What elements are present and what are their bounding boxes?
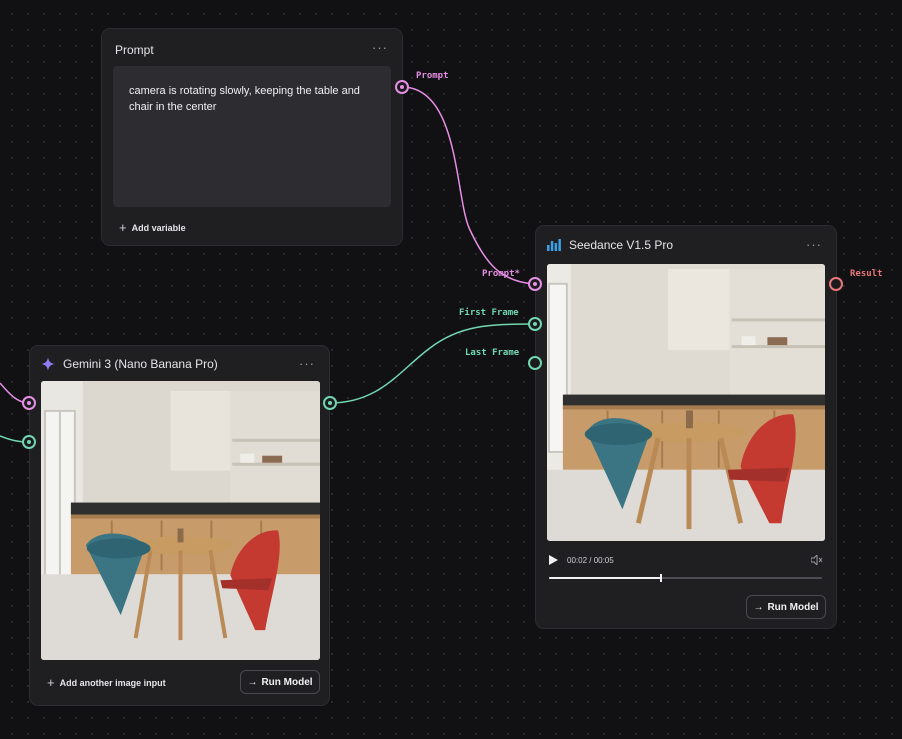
more-options-icon[interactable]: ··· (372, 40, 388, 55)
more-options-icon[interactable]: ··· (299, 356, 315, 371)
volume-icon[interactable] (811, 555, 823, 565)
run-model-button[interactable]: → Run Model (240, 670, 320, 694)
sparkle-icon (41, 357, 55, 371)
wire-prompt (401, 86, 536, 285)
add-variable-label: Add variable (131, 222, 186, 233)
last-frame-label: Last Frame (465, 348, 520, 358)
add-image-input-button[interactable]: + Add another image input (47, 676, 166, 689)
video-time: 00:02 / 00:05 (567, 556, 614, 565)
prompt-output-port[interactable] (395, 80, 409, 94)
gemini-input-port-pink[interactable] (22, 396, 36, 410)
seedance-last-frame-port[interactable] (528, 356, 542, 370)
first-frame-label: First Frame (459, 308, 519, 318)
arrow-right-icon: → (247, 676, 258, 688)
plus-icon: + (119, 220, 127, 235)
bar-chart-icon (547, 239, 561, 251)
seedance-first-frame-port[interactable] (528, 317, 542, 331)
arrow-right-icon: → (753, 601, 764, 613)
seedance-prompt-port[interactable] (528, 277, 542, 291)
play-icon[interactable] (549, 555, 558, 565)
node-title-text: Gemini 3 (Nano Banana Pro) (63, 357, 218, 371)
plus-icon: + (47, 675, 55, 690)
generated-image (41, 381, 320, 660)
prompt-textarea[interactable]: camera is rotating slowly, keeping the t… (113, 66, 391, 207)
run-model-label: Run Model (767, 601, 819, 613)
seedance-node-title: Seedance V1.5 Pro (547, 238, 673, 252)
add-variable-button[interactable]: + Add variable (119, 221, 186, 234)
gemini-output-port[interactable] (323, 396, 337, 410)
gemini-node[interactable]: Gemini 3 (Nano Banana Pro) ··· + Add ano… (29, 345, 330, 706)
video-progress-track[interactable] (549, 574, 822, 582)
wire-first-frame (329, 323, 536, 404)
prompt-node[interactable]: Prompt ··· camera is rotating slowly, ke… (101, 28, 403, 246)
add-image-input-label: Add another image input (59, 677, 166, 688)
more-options-icon[interactable]: ··· (806, 237, 822, 252)
seedance-node[interactable]: Seedance V1.5 Pro ··· 00:02 / 00:05 → Ru… (535, 225, 837, 629)
seedance-result-port[interactable] (829, 277, 843, 291)
node-title-text: Seedance V1.5 Pro (569, 238, 674, 252)
video-progress-fill (549, 577, 661, 579)
node-title-text: Prompt (115, 43, 154, 57)
prompt-node-title: Prompt (115, 43, 154, 57)
run-model-button[interactable]: → Run Model (746, 595, 826, 619)
video-preview[interactable] (547, 264, 825, 541)
result-label: Result (850, 269, 883, 279)
prompt-output-label: Prompt (416, 71, 449, 81)
gemini-node-title: Gemini 3 (Nano Banana Pro) (41, 357, 218, 371)
prompt-input-label: Prompt* (482, 269, 520, 279)
video-progress-handle[interactable] (659, 574, 662, 582)
run-model-label: Run Model (261, 676, 313, 688)
gemini-input-port-green[interactable] (22, 435, 36, 449)
